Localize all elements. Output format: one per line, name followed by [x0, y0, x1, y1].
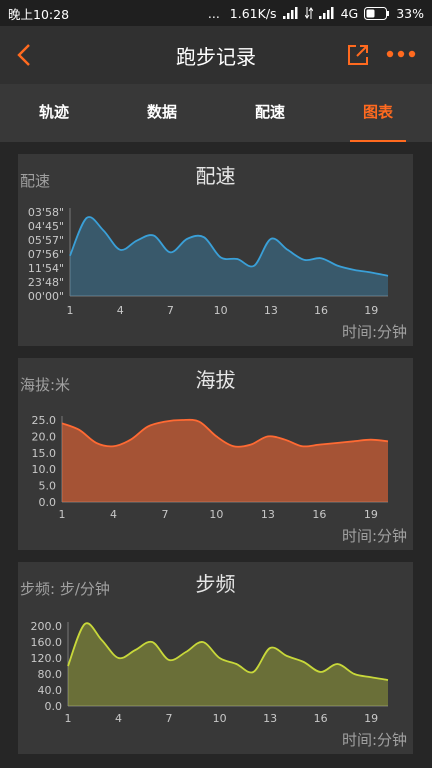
pace-chart: 03'58"04'45"05'57"07'56"11'54"23'48"00'0…: [28, 206, 389, 317]
y-tick-label: 07'56": [28, 248, 64, 261]
y-tick-label: 40.0: [38, 684, 63, 697]
tab-data[interactable]: 数据: [108, 84, 216, 142]
x-tick-label: 19: [364, 508, 378, 521]
y-tick-label: 03'58": [28, 206, 64, 219]
x-tick-label: 7: [161, 508, 168, 521]
data-transfer-icon: [304, 7, 313, 19]
back-arrow-icon[interactable]: [14, 42, 36, 68]
x-tick-label: 1: [59, 508, 66, 521]
tab-track[interactable]: 轨迹: [0, 84, 108, 142]
cadence-chart: 200.0 160.0 120.0 80.0 40.0 0.01 4 7 10 13 16 19: [31, 620, 389, 725]
y-tick-label: 20.0: [32, 430, 57, 443]
tab-pace[interactable]: 配速: [216, 84, 324, 142]
elevation-chart-card: 海拔 海拔:米 时间:分钟 25.0 20.0 15.0 10.0 5.0 0.0 1 4 7 1…: [18, 358, 413, 550]
x-tick-label: 1: [67, 304, 74, 317]
x-tick-label: 4: [115, 712, 122, 725]
area-fill: [62, 419, 388, 502]
network-type: 4G: [340, 5, 359, 21]
cadence-chart-card: 步频 步频: 步/分钟 时间:分钟 200.0 160.0 120.0 80.0 40.…: [18, 562, 413, 754]
x-tick-label: 10: [209, 508, 223, 521]
battery-icon: [364, 6, 390, 20]
app-bar: 跑步记录: [0, 26, 432, 84]
x-tick-label: 16: [312, 508, 326, 521]
x-tick-label: 4: [110, 508, 117, 521]
signal-icon: [282, 7, 298, 19]
tab-charts[interactable]: 图表: [324, 84, 432, 142]
y-tick-label: 200.0: [31, 620, 63, 633]
y-tick-label: 15.0: [32, 447, 57, 460]
y-tick-label: 05'57": [28, 234, 64, 247]
x-tick-label: 10: [213, 712, 227, 725]
x-tick-label: 19: [364, 712, 378, 725]
x-tick-label: 16: [314, 712, 328, 725]
network-speed: 1.61K/s: [229, 5, 277, 21]
y-tick-label: 160.0: [31, 636, 63, 649]
y-tick-label: 00'00": [28, 290, 64, 303]
x-tick-label: 7: [166, 712, 173, 725]
y-tick-label: 11'54": [28, 262, 64, 275]
x-tick-label: 13: [263, 712, 277, 725]
status-bar: 晚上10:28 ... 1.61K/s 4G 33%: [0, 0, 432, 26]
more-icon[interactable]: [386, 46, 416, 62]
x-tick-label: 7: [167, 304, 174, 317]
share-icon[interactable]: [346, 43, 370, 67]
status-time: 晚上10:28: [8, 6, 70, 22]
area-fill: [70, 216, 388, 296]
series-line: [61, 418, 389, 448]
y-tick-label: 10.0: [32, 463, 57, 476]
y-tick-label: 120.0: [31, 652, 63, 665]
y-tick-label: 0.0: [45, 700, 63, 713]
y-tick-label: 23'48": [28, 276, 64, 289]
battery-percent: 33%: [396, 5, 424, 21]
x-tick-label: 1: [65, 712, 72, 725]
y-tick-label: 80.0: [38, 668, 63, 681]
pace-chart-card: 配速 配速 时间:分钟 03'58" 04'45" 05'57" 07'56" 11'5…: [18, 154, 413, 346]
x-tick-label: 13: [261, 508, 275, 521]
y-tick-label: 25.0: [32, 414, 57, 427]
tab-bar: 轨迹 数据 配速 图表: [0, 84, 432, 142]
y-tick-label: 04'45": [28, 220, 64, 233]
status-dots: ...: [207, 5, 220, 21]
elevation-chart: 25.0 20.0 15.0 10.0 5.0 0.01 4 7 10 13 16 19: [32, 414, 389, 521]
x-tick-label: 10: [214, 304, 228, 317]
signal-icon-2: [318, 7, 334, 19]
y-tick-label: 0.0: [39, 496, 57, 509]
y-tick-label: 5.0: [39, 480, 57, 493]
x-tick-label: 19: [364, 304, 378, 317]
x-tick-label: 16: [314, 304, 328, 317]
x-tick-label: 4: [117, 304, 124, 317]
x-tick-label: 13: [264, 304, 278, 317]
